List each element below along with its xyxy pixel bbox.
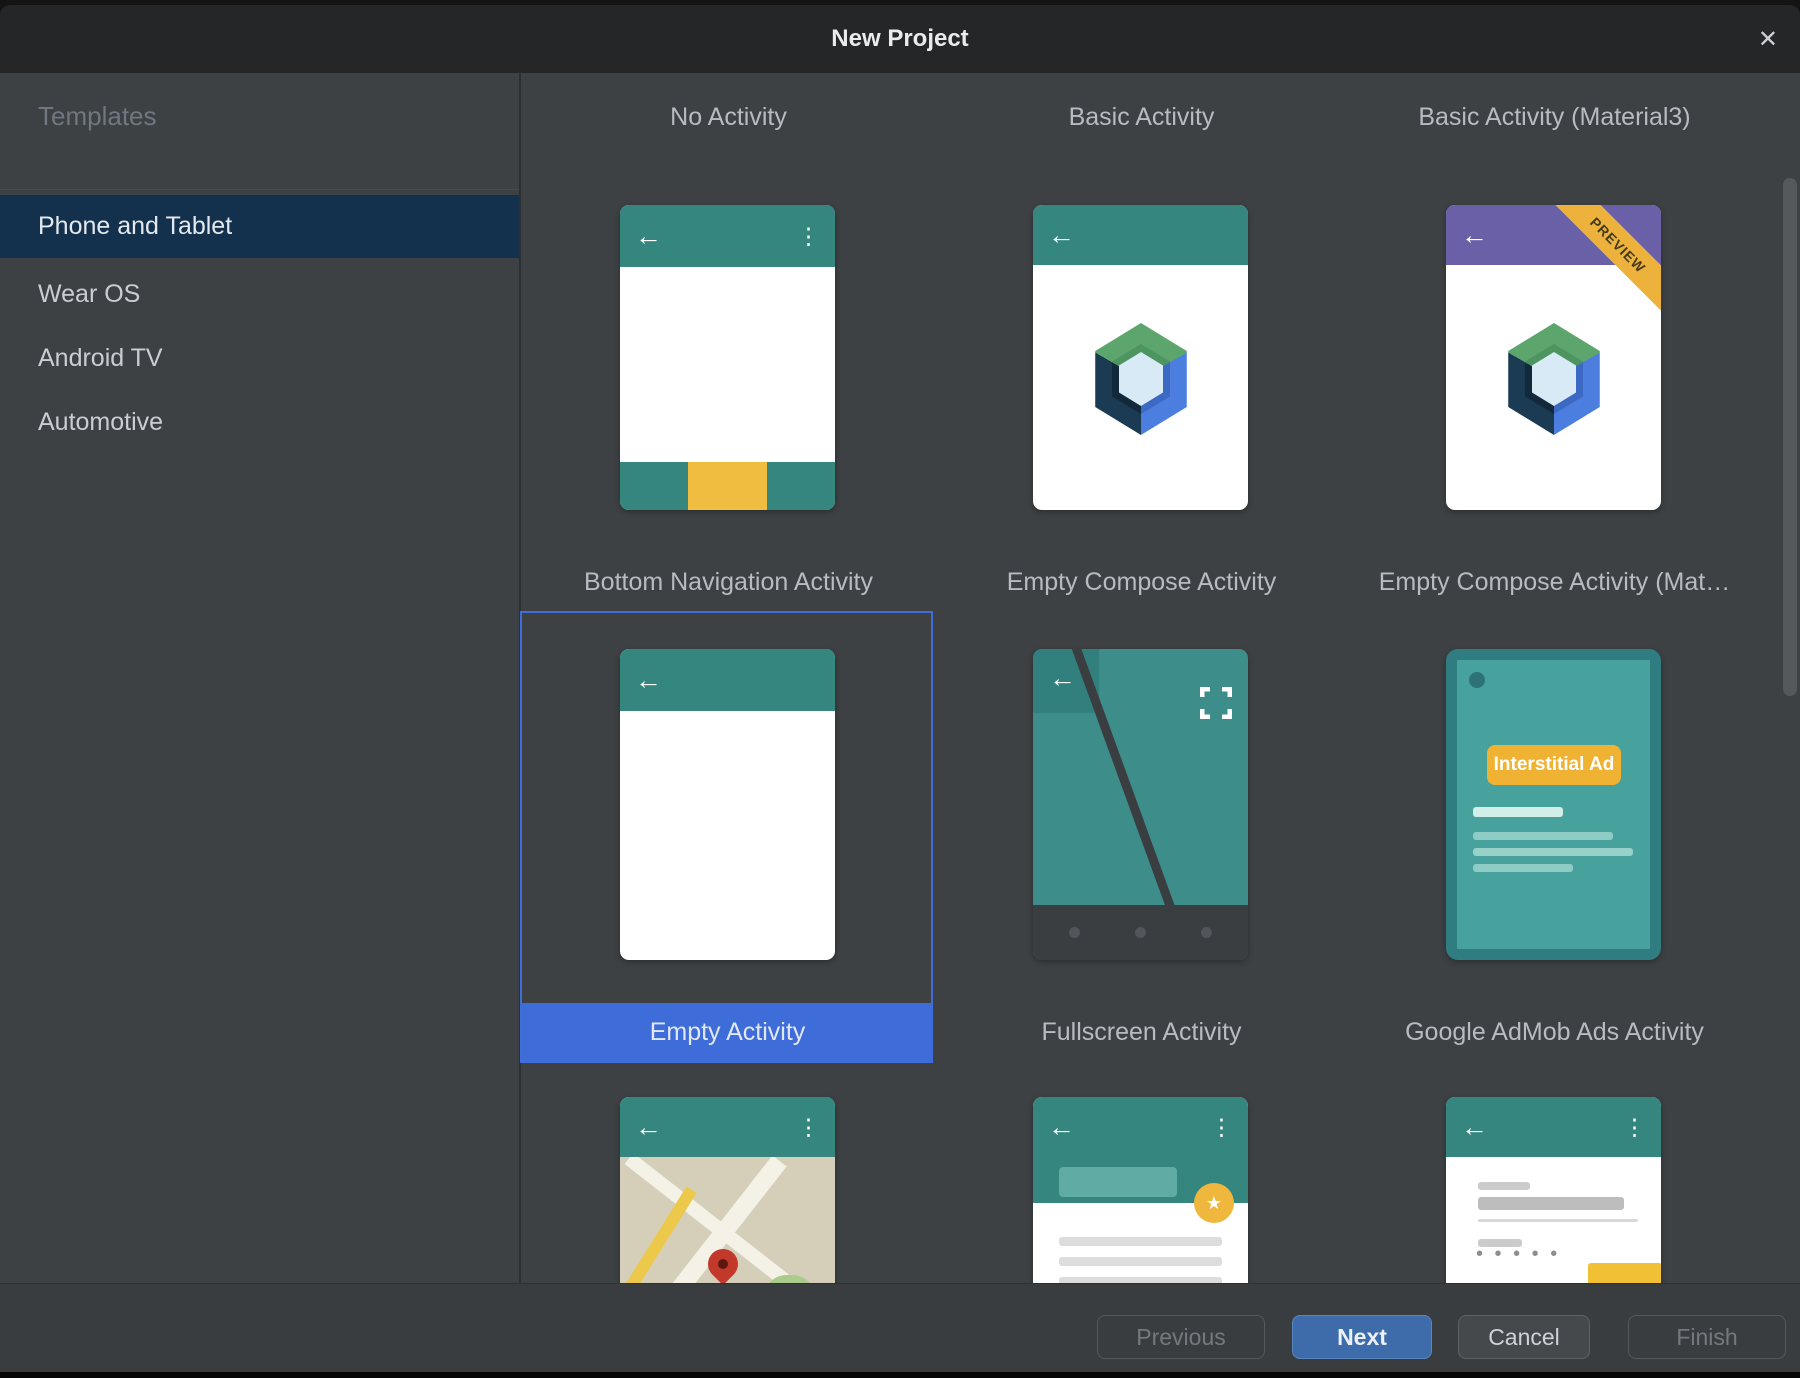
back-arrow-icon: ← (635, 223, 662, 250)
text-line (1473, 848, 1633, 856)
map-preview (620, 1157, 835, 1283)
text-line (1059, 1237, 1222, 1246)
template-card-fullscreen-activity[interactable]: ← (1033, 649, 1248, 960)
login-button-placeholder (1588, 1263, 1661, 1283)
thumb-appbar: ← (620, 649, 835, 711)
template-label-empty-compose-activity[interactable]: Empty Compose Activity (935, 560, 1348, 604)
interstitial-ad-banner: Interstitial Ad (1487, 745, 1621, 785)
text-line (1473, 864, 1573, 872)
dialog-titlebar: New Project ✕ (0, 5, 1800, 73)
bottom-nav-segment (767, 462, 835, 510)
bottom-nav-bar (620, 462, 835, 510)
dialog-content: Templates Phone and Tablet Wear OS Andro… (0, 73, 1800, 1283)
sidebar-item-automotive[interactable]: Automotive (0, 391, 519, 454)
template-label-fullscreen-activity[interactable]: Fullscreen Activity (935, 1010, 1348, 1054)
back-arrow-icon: ← (1461, 1114, 1488, 1141)
kebab-menu-icon: ⋮ (797, 1116, 820, 1139)
template-label-empty-compose-activity-material3[interactable]: Empty Compose Activity (Mat… (1348, 560, 1761, 604)
template-label-no-activity[interactable]: No Activity (522, 95, 935, 139)
thumb-appbar: ← ⋮ (620, 205, 835, 267)
gallery-scrollbar[interactable] (1783, 178, 1797, 696)
kebab-menu-icon: ⋮ (1623, 1116, 1646, 1139)
password-dots: • • • • • (1476, 1243, 1560, 1266)
nav-dot (1069, 927, 1080, 938)
back-arrow-icon: ← (635, 667, 662, 694)
sidebar-separator (0, 189, 519, 190)
dialog-title: New Project (831, 25, 968, 53)
back-arrow-icon: ← (1048, 1114, 1075, 1141)
template-label-basic-activity-material3[interactable]: Basic Activity (Material3) (1348, 95, 1761, 139)
bottom-nav-segment-active (688, 462, 767, 510)
next-button[interactable]: Next (1292, 1315, 1432, 1359)
nav-dot (1135, 927, 1146, 938)
template-card-empty-compose-activity[interactable]: ← (1033, 205, 1248, 510)
star-icon: ★ (1206, 1193, 1222, 1214)
field-value-line (1478, 1197, 1624, 1210)
back-arrow-icon: ← (635, 1114, 662, 1141)
fullscreen-icon (1200, 687, 1232, 724)
back-arrow-icon: ← (1048, 222, 1075, 249)
kebab-menu-icon: ⋮ (1210, 1116, 1233, 1139)
kebab-menu-icon: ⋮ (797, 225, 820, 248)
finish-button[interactable]: Finish (1628, 1315, 1786, 1359)
templates-sidebar: Templates Phone and Tablet Wear OS Andro… (0, 73, 521, 1283)
template-card-google-maps-activity[interactable]: ← ⋮ (620, 1097, 835, 1283)
jetpack-compose-logo (1502, 323, 1606, 435)
camera-dot (1469, 672, 1485, 688)
template-card-google-admob-ads-activity[interactable]: Interstitial Ad (1446, 649, 1661, 960)
template-label-empty-activity-selected[interactable]: Empty Activity (522, 1003, 933, 1061)
nav-bar (1033, 905, 1248, 960)
back-arrow-icon: ← (1049, 665, 1076, 692)
template-card-empty-compose-activity-material3[interactable]: ← PREVIEW (1446, 205, 1661, 510)
jetpack-compose-logo (1089, 323, 1193, 435)
sidebar-item-android-tv[interactable]: Android TV (0, 327, 519, 390)
thumb-appbar: ← ⋮ (1033, 1097, 1248, 1157)
text-line (1059, 1257, 1222, 1266)
text-line (1473, 807, 1563, 817)
sidebar-item-wear-os[interactable]: Wear OS (0, 263, 519, 326)
sidebar-heading: Templates (38, 101, 157, 132)
star-fab: ★ (1194, 1183, 1234, 1223)
field-label-line (1478, 1182, 1530, 1190)
template-card-collapsing-header[interactable]: ← ⋮ ★ (1033, 1097, 1248, 1283)
sidebar-item-phone-and-tablet[interactable]: Phone and Tablet (0, 195, 519, 258)
nav-dot (1201, 927, 1212, 938)
thumb-appbar: ← (1033, 205, 1248, 265)
template-card-bottom-navigation-activity[interactable]: ← ⋮ (620, 205, 835, 510)
close-icon[interactable]: ✕ (1758, 5, 1778, 73)
bottom-nav-segment (620, 462, 688, 510)
title-placeholder (1059, 1167, 1177, 1197)
text-line (1473, 832, 1613, 840)
template-card-empty-activity[interactable]: ← (620, 649, 835, 960)
thumb-appbar: ← ⋮ (1446, 1097, 1661, 1157)
template-label-google-admob-ads-activity[interactable]: Google AdMob Ads Activity (1348, 1010, 1761, 1054)
cancel-button[interactable]: Cancel (1458, 1315, 1590, 1359)
template-label-basic-activity[interactable]: Basic Activity (935, 95, 1348, 139)
previous-button[interactable]: Previous (1097, 1315, 1265, 1359)
window-bottom-edge (0, 1372, 1800, 1378)
template-label-bottom-navigation-activity[interactable]: Bottom Navigation Activity (522, 560, 935, 604)
field-underline (1478, 1219, 1638, 1222)
template-card-login-activity[interactable]: ← ⋮ • • • • • (1446, 1097, 1661, 1283)
new-project-dialog: New Project ✕ Templates Phone and Tablet… (0, 0, 1800, 1378)
thumb-appbar: ← ⋮ (620, 1097, 835, 1157)
back-arrow-icon: ← (1461, 222, 1488, 249)
dialog-footer: Previous Next Cancel Finish (0, 1283, 1800, 1372)
